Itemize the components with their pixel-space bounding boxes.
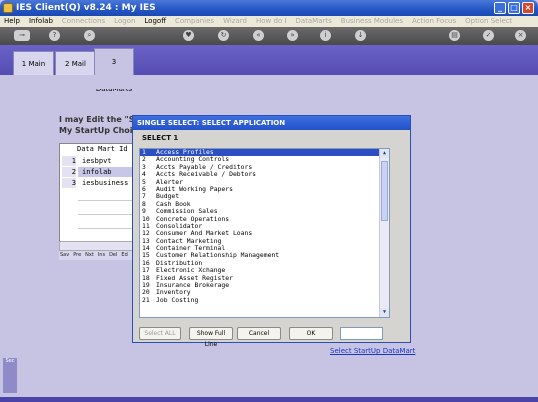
- info-icon[interactable]: i: [320, 30, 331, 41]
- tab-main[interactable]: 1 Main: [13, 51, 54, 75]
- search-input[interactable]: [340, 327, 383, 340]
- nav-save-button[interactable]: Sav: [60, 251, 69, 260]
- tab-mail[interactable]: 2 Mail: [55, 51, 96, 75]
- key-icon[interactable]: ⊸: [14, 30, 30, 41]
- menu-infolab[interactable]: Infolab: [29, 16, 53, 27]
- ok-button[interactable]: OK: [289, 327, 333, 340]
- refresh-icon[interactable]: ↻: [218, 30, 229, 41]
- tab-datamarts[interactable]: 3 DataMarts: [94, 48, 134, 93]
- close-icon[interactable]: ×: [522, 2, 534, 14]
- menu-help[interactable]: Help: [4, 16, 20, 27]
- table-row[interactable]: 3 iesbusiness: [60, 178, 138, 188]
- dialog-subtitle: SELECT 1: [142, 134, 179, 142]
- show-full-line-button[interactable]: Show Full Line: [189, 327, 233, 348]
- help-icon[interactable]: ?: [49, 30, 60, 41]
- menu-option-select[interactable]: Option Select: [465, 16, 512, 27]
- cancel-icon[interactable]: ×: [515, 30, 526, 41]
- grid-horizontal-scrollbar[interactable]: [59, 241, 139, 251]
- menu-datamarts[interactable]: DataMarts: [295, 16, 331, 27]
- nav-prev-button[interactable]: Pre: [73, 251, 81, 260]
- window-controls: _ □ ×: [494, 2, 534, 14]
- maximize-icon[interactable]: □: [508, 2, 520, 14]
- fast-forward-icon[interactable]: »: [287, 30, 298, 41]
- select-all-button[interactable]: Select ALL: [139, 327, 181, 340]
- list-item-label: Job Costing: [156, 295, 199, 304]
- nav-next-button[interactable]: Nxt: [85, 251, 94, 260]
- tab-content-area: [0, 75, 538, 89]
- table-row[interactable]: 1 iesbpvt: [60, 156, 138, 166]
- scroll-down-icon[interactable]: ▼: [380, 308, 389, 317]
- nav-edit-button[interactable]: Ed: [121, 251, 127, 260]
- list-scrollbar[interactable]: ▲ ▼: [379, 149, 389, 317]
- grid-header: Data Mart Id: [77, 145, 128, 153]
- row-number: 2: [62, 167, 76, 177]
- dialog-title: SINGLE SELECT: SELECT APPLICATION: [133, 116, 410, 130]
- menu-wizard[interactable]: Wizard: [223, 16, 247, 27]
- table-row[interactable]: 2 infolab: [60, 167, 138, 177]
- select-startup-datamart-link[interactable]: Select StartUp DataMart: [330, 347, 415, 355]
- heart-icon[interactable]: ♥: [183, 30, 194, 41]
- nav-delete-button[interactable]: Del: [109, 251, 117, 260]
- menu-logoff[interactable]: Logoff: [144, 16, 166, 27]
- row-value[interactable]: iesbusiness: [78, 178, 138, 188]
- row-value[interactable]: infolab: [78, 167, 138, 177]
- row-number: 3: [62, 178, 76, 188]
- scroll-up-icon[interactable]: ▲: [380, 149, 389, 158]
- empty-row[interactable]: [78, 190, 138, 201]
- side-tab-stub[interactable]: Sec: [3, 358, 17, 393]
- list-item-number: 21: [142, 295, 150, 304]
- printer-icon[interactable]: ▤: [449, 30, 460, 41]
- empty-row[interactable]: [78, 204, 138, 215]
- app-icon: [3, 3, 13, 13]
- down-arrow-icon[interactable]: ↓: [355, 30, 366, 41]
- minimize-icon[interactable]: _: [494, 2, 506, 14]
- menu-action-focus[interactable]: Action Focus: [412, 16, 456, 27]
- application-list[interactable]: 1 Access Profiles 2 Accounting Controls 3 Acc…: [139, 148, 390, 318]
- menu-business-modules[interactable]: Business Modules: [341, 16, 403, 27]
- scroll-thumb[interactable]: [381, 161, 388, 221]
- check-icon[interactable]: ✓: [483, 30, 494, 41]
- cancel-button[interactable]: Cancel: [237, 327, 281, 340]
- search-icon[interactable]: ⌕: [84, 30, 95, 41]
- title-bar: IES Client(Q) v8.24 : My IES _ □ ×: [0, 0, 538, 16]
- nav-insert-button[interactable]: Ins: [98, 251, 105, 260]
- menu-bar: Help Infolab Connections Logon Logoff Co…: [0, 16, 538, 27]
- row-value[interactable]: iesbpvt: [78, 156, 138, 166]
- select-application-dialog: SINGLE SELECT: SELECT APPLICATION SELECT…: [132, 115, 411, 348]
- menu-connections[interactable]: Connections: [62, 16, 105, 27]
- empty-row[interactable]: [78, 218, 138, 229]
- rewind-icon[interactable]: «: [253, 30, 264, 41]
- bottom-bar: [0, 397, 538, 402]
- toolbar: ⊸ ? ⌕ ♥ ↻ « » i ↓ ▤ ✓ ×: [0, 27, 538, 45]
- list-item[interactable]: 21 Job Costing: [140, 295, 389, 304]
- grid-nav-bar: Sav Pre Nxt Ins Del Ed: [59, 251, 139, 260]
- menu-logon[interactable]: Logon: [114, 16, 135, 27]
- menu-companies[interactable]: Companies: [175, 16, 214, 27]
- window-title: IES Client(Q) v8.24 : My IES: [16, 3, 156, 13]
- menu-how-do-i[interactable]: How do I: [256, 16, 287, 27]
- row-number: 1: [62, 156, 76, 166]
